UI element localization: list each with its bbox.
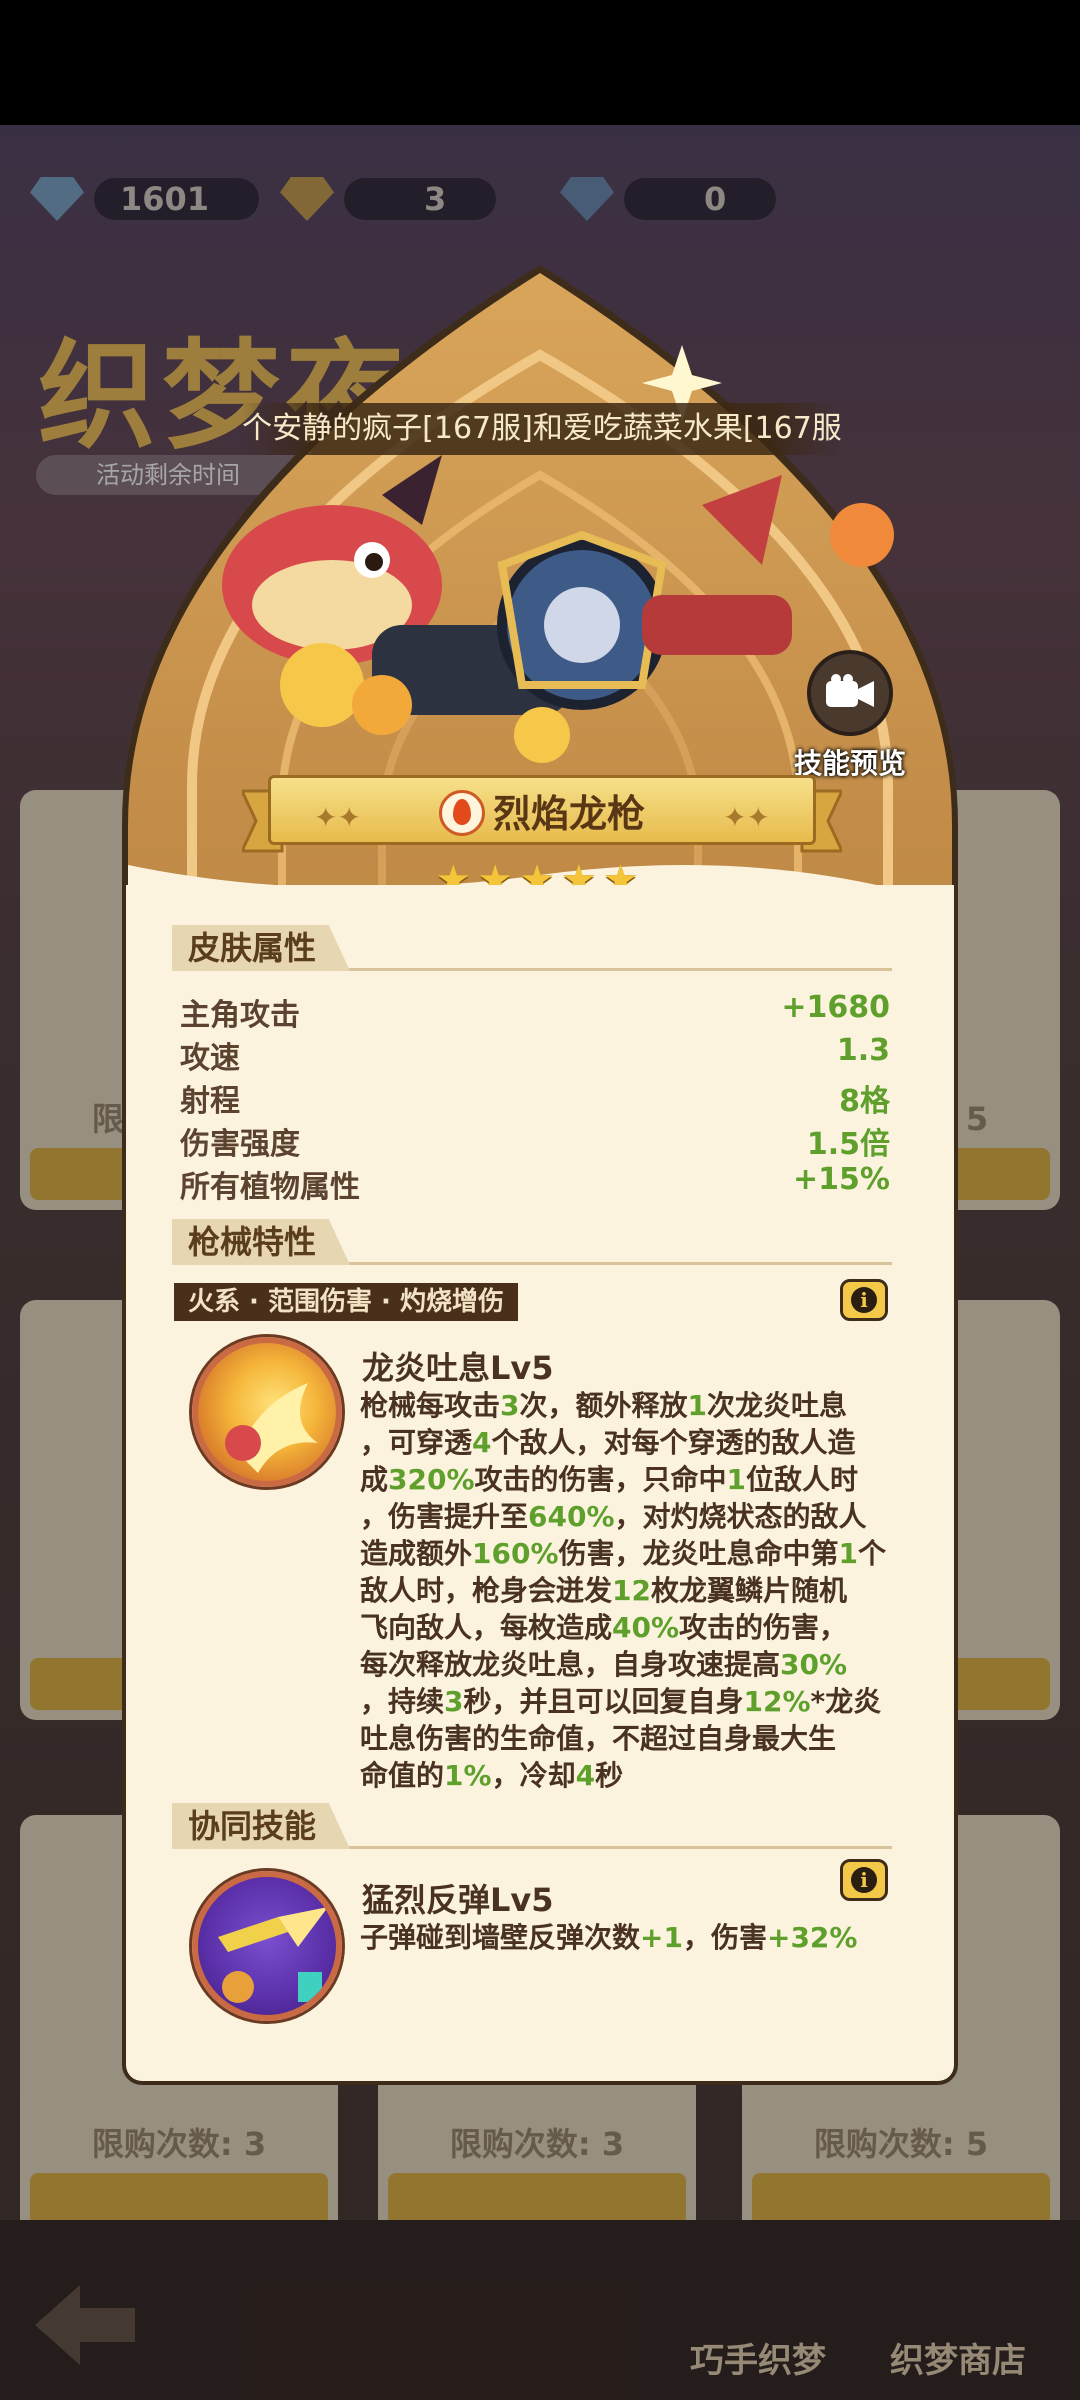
attr-row: 攻速 1.3 [180,1033,890,1076]
card-limit: 限购次数: 5 [813,2125,989,2163]
owner-name-1: 个安静的疯子[167服] [242,411,533,446]
attr-label: 伤害强度 [180,1127,300,1162]
skill-1-desc-line: 每次释放龙炎吐息，自身攻速提高30% [360,1648,848,1681]
skill-1-desc-line: 飞向敌人，每枚造成40%攻击的伤害， [360,1611,848,1644]
card-limit: 限购次数: 3 [91,2125,267,2163]
skill-1-desc-line: 敌人时，枪身会迸发12枚龙翼鳞片随机 [360,1574,847,1607]
mask-icon [280,177,334,221]
skill-2-name: 猛烈反弹Lv5 [362,1881,554,1919]
resource-diamond: 1601 [30,175,260,223]
skill-2-description: 子弹碰到墙壁反弹次数+1，伤害+32% [360,1921,858,1954]
card-buy-bar [752,2173,1050,2225]
resource-crystal-value: 0 [624,178,777,220]
skill-1-desc-line: 命值的1%，冷却4秒 [360,1759,624,1792]
section-title: 枪械特性 [172,1219,351,1265]
synergy-info-button[interactable]: i [840,1859,888,1901]
attr-label: 射程 [180,1084,240,1119]
attr-row: 射程 8格 [180,1076,890,1119]
skill-1-desc-line: ，伤害提升至640%，对灼烧状态的敌人 [360,1500,867,1533]
gun-tags: 火系 · 范围伤害 · 灼烧增伤 [174,1283,518,1321]
diamond-icon [30,177,84,221]
fire-element-icon [438,789,485,836]
attr-row: 主角攻击 +1680 [180,990,890,1033]
card-limit: 限购次数: 3 [449,2125,625,2163]
crystal-icon [560,177,614,221]
resource-mask: 3 [280,175,497,223]
section-gun-traits: 枪械特性 [172,1219,892,1265]
bottom-nav: 巧手织梦 织梦商店 [0,2220,1080,2400]
skin-name: 烈焰龙枪 [242,783,842,840]
attr-value: 1.3 [836,1033,890,1068]
info-icon: i [851,1867,877,1893]
skill-1-name: 龙炎吐息Lv5 [362,1349,554,1387]
skill-1-desc-line: 枪械每攻击3次，额外释放1次龙炎吐息 [360,1389,848,1422]
skin-name-text: 烈焰龙枪 [492,792,645,836]
skill-1-description: 枪械每攻击3次，额外释放1次龙炎吐息 ，可穿透4个敌人，对每个穿透的敌人造 成3… [360,1387,920,1794]
resource-diamond-value: 1601 [94,178,260,220]
resource-crystal: 0 [560,175,777,223]
attr-label: 主角攻击 [180,998,300,1033]
skill-1-desc-line: ，可穿透4个敌人，对每个穿透的敌人造 [360,1426,856,1459]
skill-1-desc-line: 吐息伤害的生命值，不超过自身最大生 [360,1722,837,1755]
tab-craft[interactable]: 巧手织梦 [690,2333,826,2382]
card-buy-bar [30,2173,328,2225]
tab-shop[interactable]: 织梦商店 [890,2333,1026,2382]
skill-1-desc-line: 造成额外160%伤害，龙炎吐息命中第1个 [360,1537,887,1570]
gun-traits-info-button[interactable]: i [840,1279,888,1321]
attr-row: 伤害强度 1.5倍 [180,1119,890,1162]
skin-detail-modal: 个安静的疯子[167服]和爱吃蔬菜水果[167服 技能预览 ✦✦ ✦✦ 烈焰龙枪… [122,265,958,2085]
attr-value: 8格 [839,1084,890,1119]
attr-value: 1.5倍 [806,1127,890,1162]
video-camera-icon [807,650,893,736]
back-arrow-icon[interactable] [30,2280,140,2370]
section-skin-attributes: 皮肤属性 [172,925,892,971]
card-buy-bar [388,2173,686,2225]
info-icon: i [851,1287,877,1313]
owner-join: 和 [532,411,563,446]
attr-label: 攻速 [180,1041,240,1076]
ricochet-skill-icon [192,1871,342,2021]
dragon-breath-skill-icon [192,1337,342,1487]
owner-names-banner: 个安静的疯子[167服]和爱吃蔬菜水果[167服 [242,403,842,455]
section-title: 协同技能 [172,1803,351,1849]
section-title: 皮肤属性 [172,925,351,971]
owner-name-2: 爱吃蔬菜水果[167服 [562,411,842,446]
resource-mask-value: 3 [344,178,497,220]
skill-preview-button[interactable]: 技能预览 [780,650,920,780]
skill-1-desc-line: ，持续3秒，并且可以回复自身12%*龙炎 [360,1685,882,1718]
attr-value: +1680 [781,990,890,1025]
attr-label: 所有植物属性 [180,1170,360,1205]
skin-name-ribbon: ✦✦ ✦✦ 烈焰龙枪 [242,775,842,855]
skill-1-desc-line: 成320%攻击的伤害，只命中1位敌人时 [360,1463,859,1496]
attr-value: +15% [793,1162,890,1197]
section-synergy: 协同技能 [172,1803,892,1849]
attr-row: 所有植物属性 +15% [180,1162,890,1205]
